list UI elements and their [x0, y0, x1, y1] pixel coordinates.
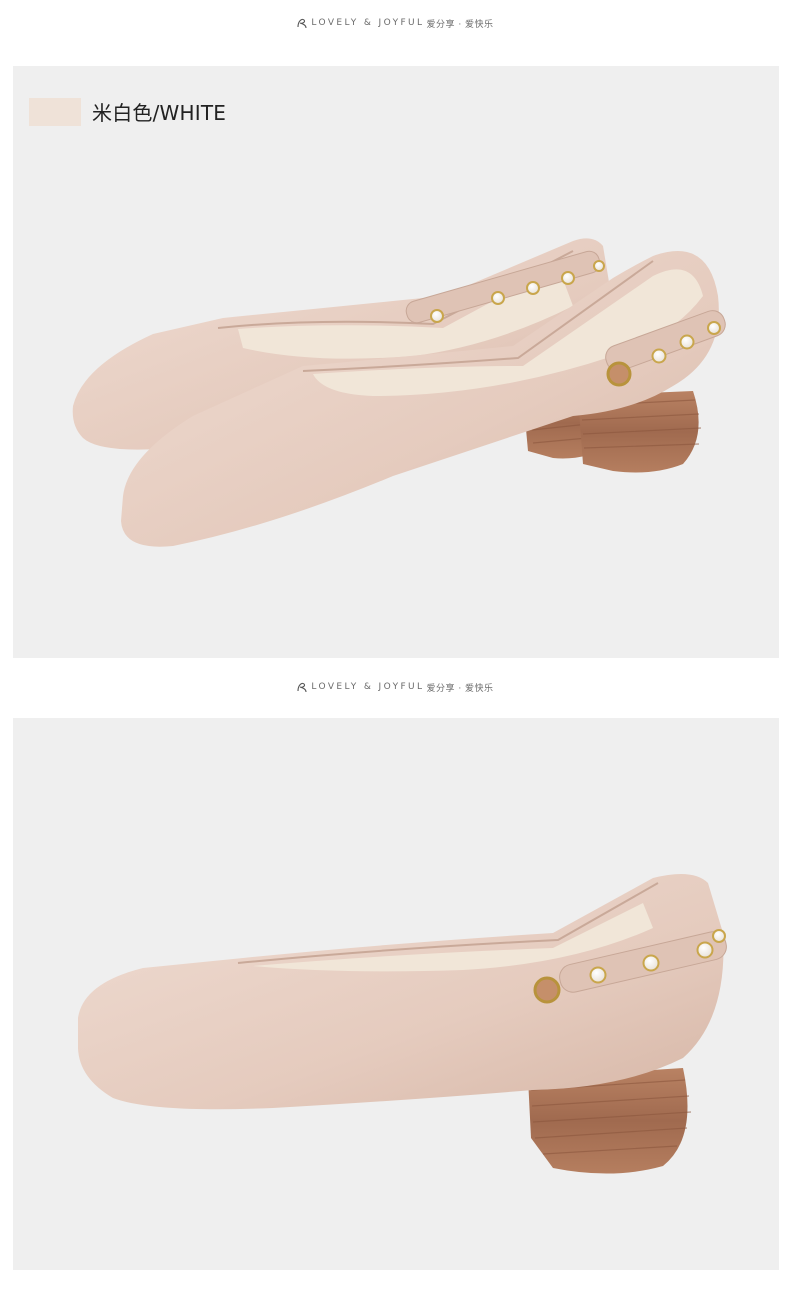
brand-text-cn: 爱分享 · 爱快乐 [426, 683, 494, 694]
shoe-single [78, 874, 727, 1174]
brand-header-middle: LOVELY & JOYFUL 爱分享 · 爱快乐 [0, 675, 790, 699]
flower-logo-icon [297, 18, 307, 29]
shoe-side-photo [78, 874, 727, 1174]
product-photo-pair: 米白色/WHITE [13, 66, 779, 658]
brand-text: LOVELY & JOYFUL [311, 682, 425, 692]
shoe-pair-photo [72, 238, 726, 547]
flower-logo-icon [297, 682, 307, 693]
brand-text: LOVELY & JOYFUL [311, 18, 425, 28]
brand-header-top: LOVELY & JOYFUL 爱分享 · 爱快乐 [0, 11, 790, 35]
product-photo-side [13, 718, 779, 1270]
brand-text-cn: 爱分享 · 爱快乐 [426, 19, 494, 30]
